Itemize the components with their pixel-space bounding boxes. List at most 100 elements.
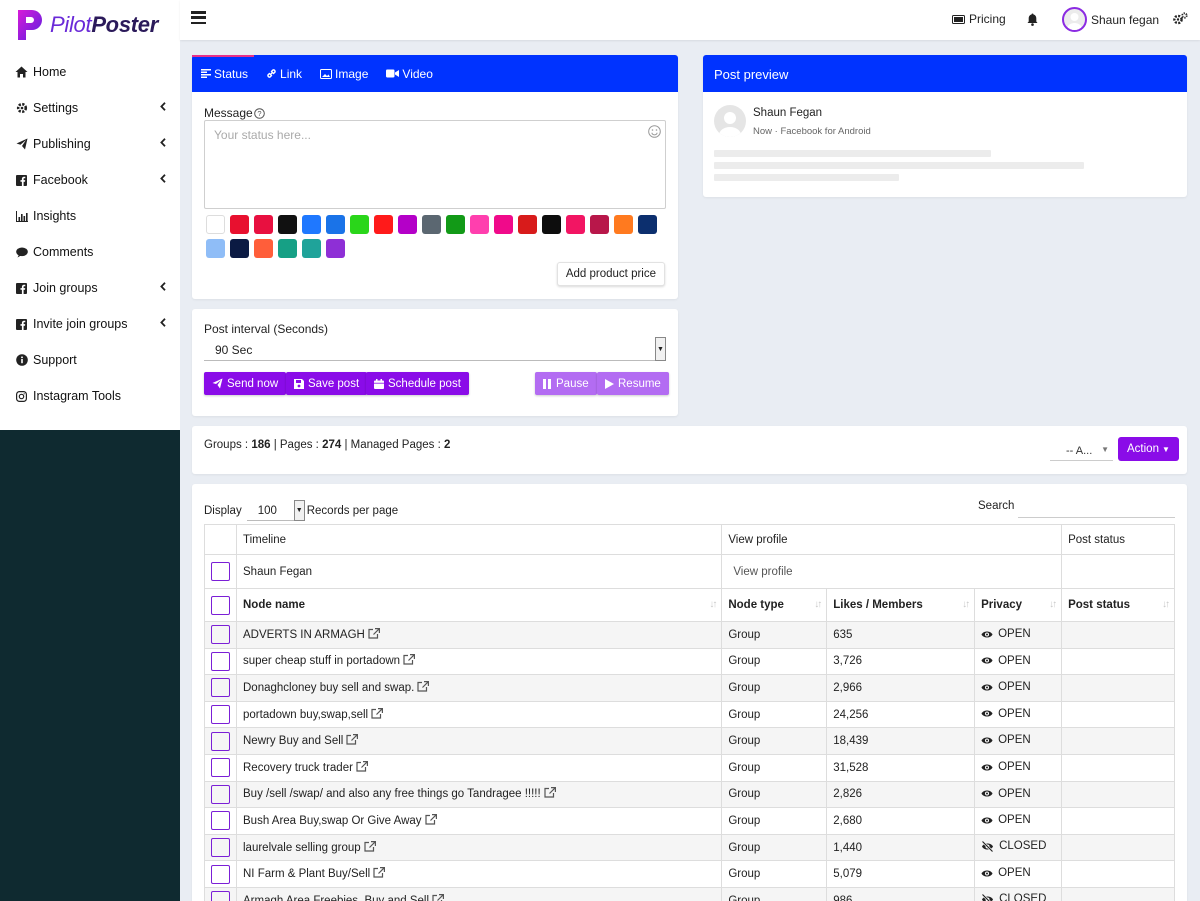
sidebar-item-home[interactable]: Home [0,54,180,90]
external-link-icon[interactable] [371,707,384,722]
background-swatch[interactable] [398,215,417,234]
external-link-icon[interactable] [368,627,380,642]
sidebar-item-invite-join-groups[interactable]: Invite join groups [0,306,180,342]
background-swatch[interactable] [566,215,585,234]
row-checkbox[interactable] [211,784,230,804]
external-link-icon[interactable] [403,654,416,668]
row-checkbox[interactable] [211,705,230,725]
background-swatch[interactable] [518,215,537,234]
records-label: Records per page [306,504,399,517]
background-swatch[interactable] [230,215,249,234]
pricing-link[interactable]: Pricing [952,12,1006,26]
background-swatch[interactable] [374,215,393,234]
pause-button[interactable]: Pause [535,372,597,395]
background-swatch[interactable] [302,215,321,234]
external-link-icon[interactable] [346,734,359,748]
checkbox-cell [204,727,237,755]
external-link-icon[interactable] [424,813,437,828]
resume-button[interactable]: Resume [597,372,669,395]
external-link-icon[interactable] [373,867,386,881]
background-swatch[interactable] [254,239,273,258]
external-link-icon[interactable] [364,840,376,855]
add-product-price-button[interactable]: Add product price [556,262,665,286]
logo[interactable]: PilotPoster [0,0,180,50]
col-privacy[interactable]: Privacy ↓↑ [974,588,1063,622]
save-post-button[interactable]: Save post [286,372,368,395]
message-placeholder: Your status here... [214,128,311,142]
search-input[interactable] [1018,496,1175,518]
schedule-post-button[interactable]: Schedule post [366,372,469,395]
timeline-checkbox[interactable] [211,562,230,581]
view-profile-link[interactable]: View profile [728,566,792,578]
sidebar-item-join-groups[interactable]: Join groups [0,270,180,306]
tab-video[interactable]: Video [386,67,433,81]
row-checkbox[interactable] [211,625,230,645]
background-swatch[interactable] [590,215,609,234]
sidebar-item-settings[interactable]: Settings [0,90,180,126]
background-swatch[interactable] [254,215,273,234]
background-swatch[interactable] [614,215,633,234]
help-icon[interactable]: ? [253,107,265,119]
row-checkbox[interactable] [211,758,230,778]
background-swatch[interactable] [206,239,225,258]
external-link-icon[interactable] [356,760,368,775]
row-checkbox[interactable] [211,678,230,698]
row-checkbox[interactable] [211,811,230,831]
background-swatch[interactable] [206,215,225,234]
background-swatch[interactable] [446,215,465,234]
pause-label: Pause [556,377,589,390]
row-checkbox[interactable] [211,731,230,751]
external-link-icon[interactable] [417,680,430,695]
node-name-cell: Bush Area Buy,swap Or Give Away [235,807,723,835]
gears-icon[interactable] [1173,12,1188,25]
sidebar-item-insights[interactable]: Insights [0,198,180,234]
send-now-button[interactable]: Send now [204,372,287,395]
select-all-checkbox[interactable] [211,595,230,615]
node-type: Group [721,753,828,782]
external-link-icon[interactable] [544,787,556,801]
sidebar-item-instagram-tools[interactable]: Instagram Tools [0,378,180,414]
action-dropdown-button[interactable]: Action ▼ [1118,437,1179,461]
background-swatch[interactable] [422,215,441,234]
row-checkbox[interactable] [211,864,230,884]
tab-link[interactable]: Link [266,67,302,81]
node-name: laurelvale selling group [243,841,361,854]
col-node-type[interactable]: Node type ↓↑ [721,588,828,622]
col-post-status-nodes[interactable]: Post status ↓↑ [1061,588,1175,622]
comment-icon [15,246,28,259]
background-swatch[interactable] [302,239,321,258]
background-swatch[interactable] [278,239,297,258]
external-link-icon[interactable] [432,893,445,901]
background-swatch[interactable] [326,215,345,234]
emoji-icon[interactable] [648,125,661,138]
sidebar-item-support[interactable]: Support [0,342,180,378]
background-swatch[interactable] [350,215,369,234]
bell-icon[interactable] [1027,13,1038,26]
row-checkbox[interactable] [211,838,230,858]
sidebar-item-facebook[interactable]: Facebook [0,162,180,198]
row-checkbox[interactable] [211,891,230,901]
message-input[interactable]: Your status here... [204,120,666,209]
facebook-icon [15,282,28,295]
background-swatch[interactable] [470,215,489,234]
post-interval-select[interactable]: 90 Sec ▼ [204,337,666,361]
records-per-page-select[interactable]: 100 ▼ [246,500,305,521]
background-swatch[interactable] [638,215,657,234]
node-filter-select[interactable]: -- A... ▼ [1050,440,1113,461]
col-likes-members[interactable]: Likes / Members ↓↑ [826,588,976,622]
background-swatch[interactable] [494,215,513,234]
col-view-profile: View profile [721,524,1063,555]
background-swatch[interactable] [542,215,561,234]
col-node-name[interactable]: Node name ↓↑ [235,588,723,622]
background-swatch[interactable] [278,215,297,234]
row-checkbox[interactable] [211,651,230,671]
tab-status[interactable]: Status [201,67,248,81]
table-row: Newry Buy and Sell Group 18,439 OPEN [204,727,1175,755]
tab-image[interactable]: Image [320,67,368,81]
sidebar-item-comments[interactable]: Comments [0,234,180,270]
sidebar-item-publishing[interactable]: Publishing [0,126,180,162]
user-menu[interactable]: Shaun fegan [1062,7,1159,32]
menu-toggle-icon[interactable] [191,11,206,24]
background-swatch[interactable] [230,239,249,258]
background-swatch[interactable] [326,239,345,258]
